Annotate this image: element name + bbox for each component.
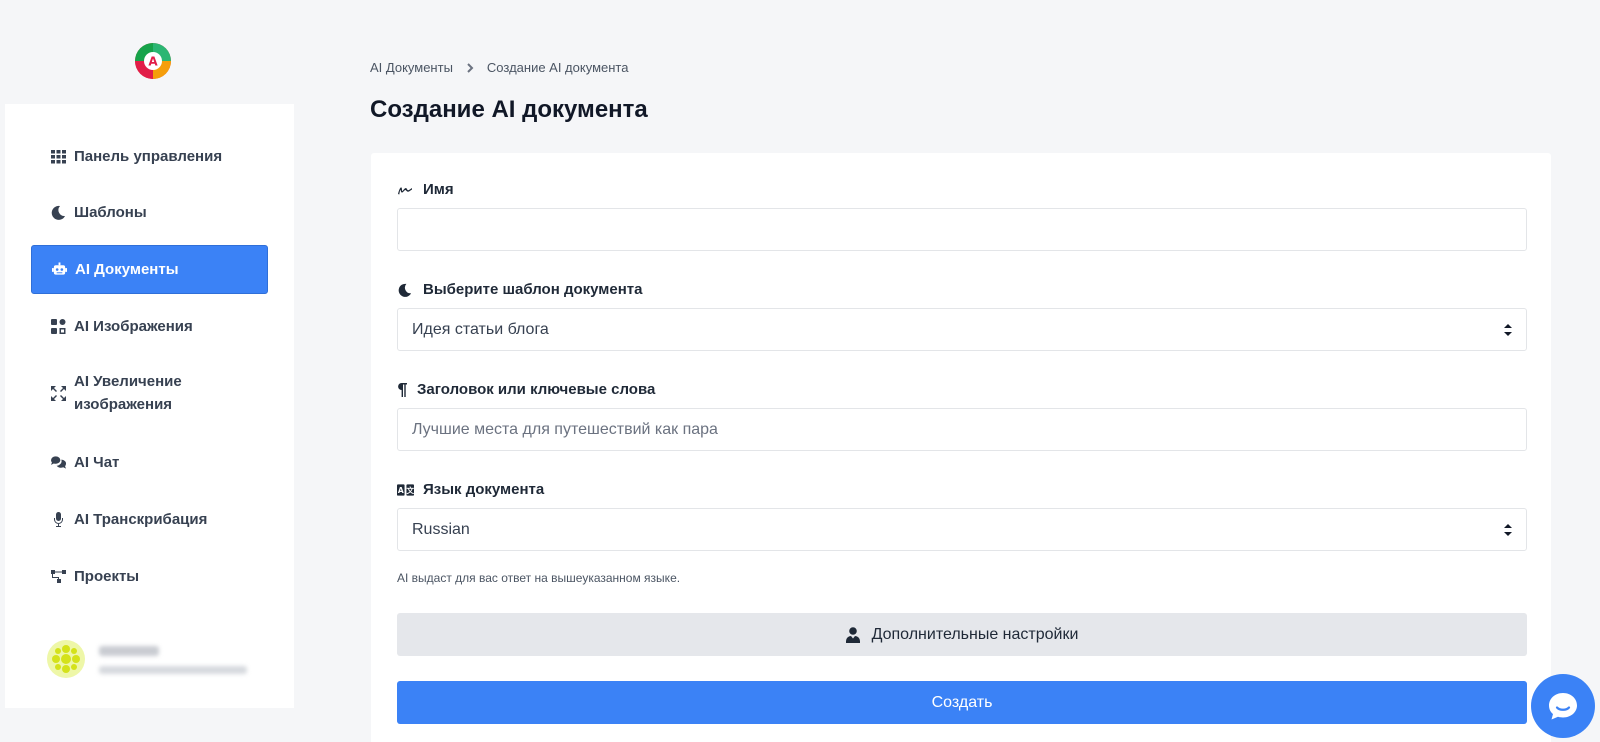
name-label: Имя xyxy=(397,181,454,198)
template-select-value: Идея статьи блога xyxy=(412,320,549,338)
create-button[interactable]: Создать xyxy=(397,681,1527,724)
language-hint: AI выдаст для вас ответ на вышеуказанном… xyxy=(397,571,681,585)
user-email-blurred xyxy=(99,666,247,674)
sidebar-item-projects[interactable]: Проекты xyxy=(31,552,268,601)
grid-icon xyxy=(50,149,66,165)
sidebar-item-dashboard[interactable]: Панель управления xyxy=(31,132,268,181)
breadcrumb: AI Документы Создание AI документа xyxy=(370,60,628,75)
sidebar-item-label: Проекты xyxy=(74,568,140,585)
sidebar-item-label: AI Документы xyxy=(75,261,179,278)
moon-icon xyxy=(50,205,66,221)
moon-icon xyxy=(397,282,415,298)
page-title: Создание AI документа xyxy=(370,96,648,123)
user-profile[interactable] xyxy=(47,638,267,682)
paragraph-icon xyxy=(397,382,409,398)
signature-icon xyxy=(397,182,415,198)
image-grid-icon xyxy=(50,319,66,335)
sidebar-item-ai-documents[interactable]: AI Документы xyxy=(31,245,268,294)
language-label: A文 Язык документа xyxy=(397,481,545,498)
template-select[interactable]: Идея статьи блога xyxy=(397,308,1527,351)
keywords-input[interactable]: Лучшие места для путешествий как пара xyxy=(397,408,1527,451)
svg-text:文: 文 xyxy=(406,484,414,494)
template-label: Выберите шаблон документа xyxy=(397,281,642,298)
app-logo[interactable]: A xyxy=(133,41,173,81)
microphone-icon xyxy=(50,512,66,528)
name-input[interactable] xyxy=(397,208,1527,251)
sidebar-item-label: AI Транскрибация xyxy=(74,511,208,528)
chat-icon xyxy=(50,455,66,471)
svg-text:A: A xyxy=(398,485,404,494)
create-document-form: Имя Выберите шаблон документа Идея стать… xyxy=(371,153,1551,742)
sidebar-item-ai-chat[interactable]: AI Чат xyxy=(31,438,268,487)
robot-icon xyxy=(51,262,67,278)
svg-text:A: A xyxy=(148,55,158,69)
language-icon: A文 xyxy=(397,482,415,498)
sidebar: Панель управления Шаблоны AI Документы A… xyxy=(5,104,294,708)
sidebar-item-label: Шаблоны xyxy=(74,204,147,221)
breadcrumb-current: Создание AI документа xyxy=(486,60,629,75)
advanced-settings-button[interactable]: Дополнительные настройки xyxy=(397,613,1527,656)
sidebar-item-ai-upscale[interactable]: AI Увеличение изображения xyxy=(31,358,268,428)
sidebar-item-ai-transcription[interactable]: AI Транскрибация xyxy=(31,495,268,544)
select-arrows-icon xyxy=(1504,323,1512,337)
sidebar-item-ai-images[interactable]: AI Изображения xyxy=(31,302,268,351)
user-name-blurred xyxy=(99,646,159,656)
sidebar-item-label: AI Чат xyxy=(74,454,120,471)
sidebar-item-label: Панель управления xyxy=(74,148,223,165)
chevron-right-icon xyxy=(465,62,475,73)
keywords-label: Заголовок или ключевые слова xyxy=(397,381,655,398)
breadcrumb-root-link[interactable]: AI Документы xyxy=(370,60,453,75)
project-tree-icon xyxy=(50,569,66,585)
expand-icon xyxy=(50,385,66,401)
sidebar-item-label: AI Увеличение изображения xyxy=(74,373,182,413)
language-select-value: Russian xyxy=(412,520,470,538)
chat-bubble-icon xyxy=(1549,693,1577,720)
user-tie-icon xyxy=(845,626,862,643)
support-chat-button[interactable] xyxy=(1531,674,1595,738)
select-arrows-icon xyxy=(1504,523,1512,537)
language-select[interactable]: Russian xyxy=(397,508,1527,551)
sidebar-item-label: AI Изображения xyxy=(74,318,193,335)
avatar xyxy=(47,640,85,678)
sidebar-item-templates[interactable]: Шаблоны xyxy=(31,188,268,237)
